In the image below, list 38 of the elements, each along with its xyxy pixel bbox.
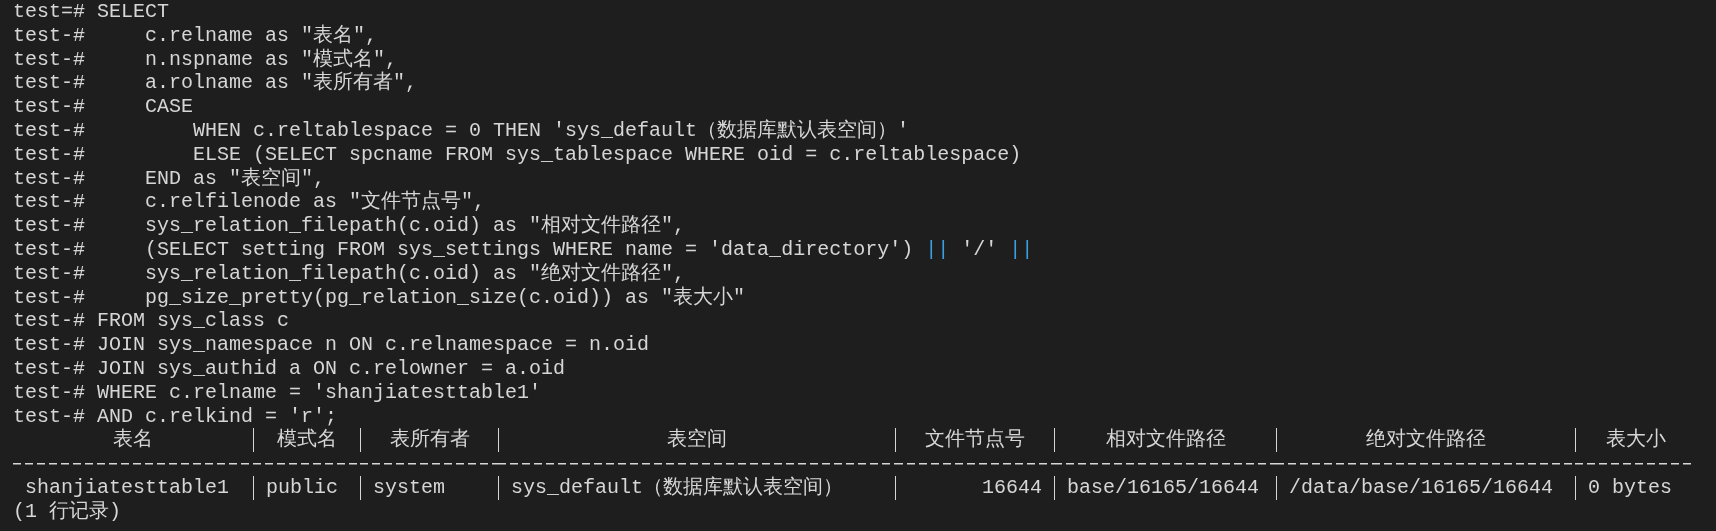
table-cell: sys_default（数据库默认表空间）	[498, 475, 895, 500]
table-cell: 0 bytes	[1575, 475, 1695, 500]
command-text: test-# (SELECT setting FROM sys_settings WHERE name = 'data_directory')	[13, 237, 915, 261]
command-line: test-# AND c.relkind = 'r';	[13, 404, 339, 428]
table-cell: public	[253, 475, 360, 500]
command-line: test=# SELECT	[13, 0, 171, 24]
column-header: 表所有者	[360, 428, 498, 453]
operator-text: ||	[1009, 237, 1034, 261]
command-line: test-# ELSE (SELECT spcname FROM sys_tablespace WHERE oid = c.reltablespace)	[13, 142, 1023, 167]
command-line: test-# n.nspname as "模式名",	[13, 47, 399, 71]
table-cell-text: shanjiatesttable1	[24, 475, 231, 500]
table-cell: system	[360, 475, 498, 500]
command-line: test-# WHEN c.reltablespace = 0 THEN 'sys_default（数据库默认表空间）'	[13, 119, 911, 143]
command-line: test-# pg_size_pretty(pg_relation_size(c.oid)) as "表大小"	[13, 285, 747, 310]
column-header: 相对文件路径	[1054, 428, 1276, 453]
command-line: test-# END as "表空间",	[13, 166, 327, 191]
command-line: test-# c.relfilenode as "文件节点号",	[13, 190, 487, 215]
command-line: test-# a.rolname as "表所有者",	[13, 71, 419, 96]
operator-text: ||	[925, 237, 950, 261]
command-line: test-# sys_relation_filepath(c.oid) as "绝对文件路径",	[13, 261, 687, 286]
command-line: test-# CASE	[13, 95, 195, 119]
column-header: 模式名	[253, 428, 360, 453]
table-cell: base/16165/16644	[1054, 475, 1276, 500]
table-cell: 16644	[895, 475, 1054, 500]
command-line: test-# WHERE c.relname = 'shanjiatesttable1'	[13, 380, 543, 405]
table-cell: /data/base/16165/16644	[1276, 475, 1575, 500]
command-line: test-# c.relname as "表名",	[13, 23, 379, 48]
command-text: '/'	[960, 237, 999, 261]
command-line: test-# JOIN sys_authid a ON c.relowner = a.oid	[13, 356, 567, 381]
column-header: 表大小	[1575, 428, 1695, 453]
column-header: 文件节点号	[895, 428, 1054, 453]
command-line: test-# FROM sys_class c	[13, 309, 291, 334]
column-header: 表名	[112, 428, 154, 453]
command-line: test-# sys_relation_filepath(c.oid) as "相对文件路径",	[13, 214, 687, 238]
column-header: 绝对文件路径	[1276, 428, 1575, 453]
column-header: 表空间	[498, 428, 895, 453]
row-count-text: (1 行记录)	[13, 499, 122, 524]
command-line: test-# JOIN sys_namespace n ON c.relnamespace = n.oid	[13, 333, 651, 357]
